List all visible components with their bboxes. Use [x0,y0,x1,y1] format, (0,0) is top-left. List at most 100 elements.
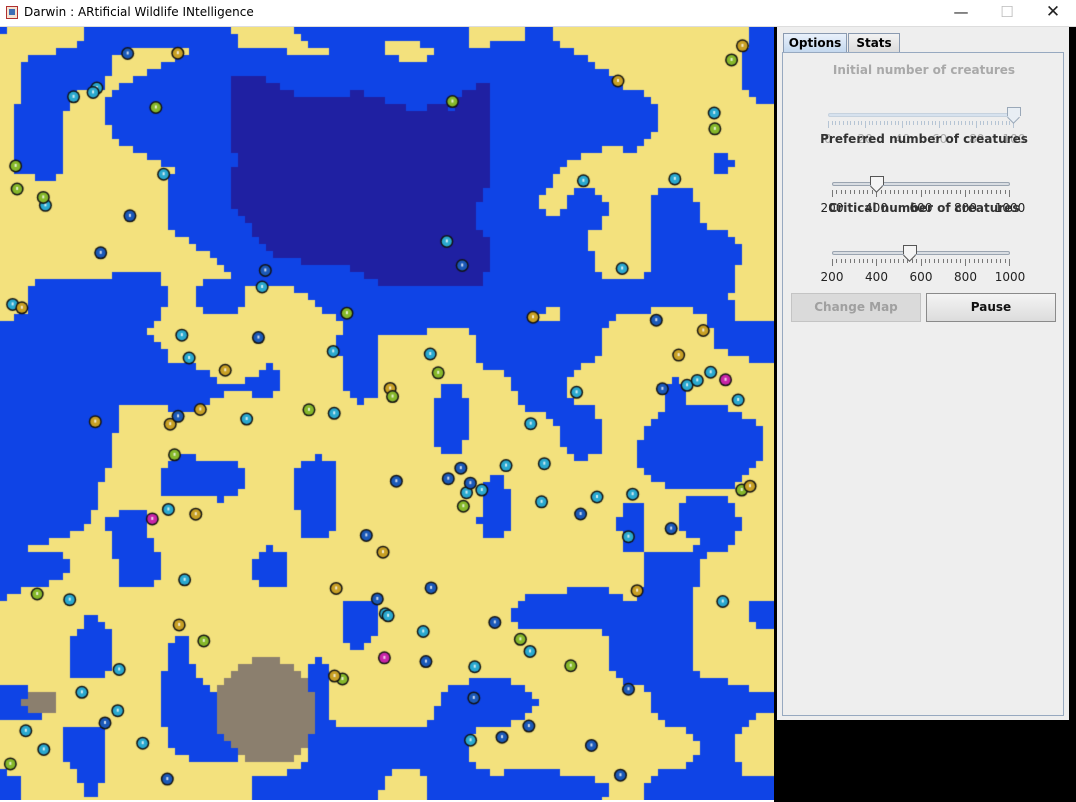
slider-tick [950,121,952,125]
change-map-button[interactable]: Change Map [791,293,921,322]
slider-track[interactable] [832,251,1010,255]
slider-tick [951,259,953,263]
slider-tick [916,121,918,125]
java-cup-icon [6,6,18,19]
slider-tick [1000,190,1002,194]
tab-options[interactable]: Options [783,33,847,52]
slider-tick [845,259,847,263]
slider-tick [947,259,949,263]
slider-tick [939,121,940,128]
slider-tick [893,190,895,194]
slider-track[interactable] [832,182,1010,186]
slider-tick [865,121,866,128]
critical-creatures-label: Critical number of creatures [828,201,1020,215]
window-title: Darwin : ARtificial Wildlife INtelligenc… [24,5,254,19]
slider-tick [909,121,911,125]
slider-tick [828,121,829,128]
slider-tick [991,190,993,194]
slider-tick-label: 800 [954,270,977,284]
slider-tick [1004,259,1006,263]
slider-tick [857,121,859,125]
slider-tick [880,190,882,194]
slider-tick [842,121,844,125]
slider-tick [1009,259,1010,266]
slider-tick [1005,121,1007,125]
slider-tick [983,121,985,125]
tab-stats[interactable]: Stats [848,33,900,52]
slider-tick [836,259,838,263]
slider-tick [890,121,892,125]
slider-tick [960,259,962,263]
slider-tick [858,190,860,194]
slider-tick [961,121,963,125]
slider-tick [916,190,918,194]
slider-tick [924,259,926,263]
maximize-button[interactable]: ☐ [984,0,1030,26]
slider-tick [894,121,896,125]
slider-tick [840,259,842,263]
slider-track[interactable] [828,113,1014,117]
pause-button[interactable]: Pause [926,293,1056,322]
slider-tick [990,121,992,125]
slider-tick [898,190,900,194]
slider-tick [920,121,922,125]
slider-tick [986,259,988,263]
slider-tick [883,121,885,125]
slider-tick [867,259,869,263]
slider-tick [911,190,913,194]
slider-tick [972,121,974,125]
slider-tick [1001,121,1003,125]
slider-tick [853,121,855,125]
slider-tick [933,190,935,194]
slider-tick [832,259,833,266]
slider-tick [982,259,984,263]
slider-tick [876,121,878,125]
slider-tick [862,259,864,263]
slider-tick [849,190,851,194]
slider-tick [907,190,909,194]
slider-tick [957,121,959,125]
slider-tick [840,190,842,194]
critical-creatures-slider[interactable]: 200 400 600 800 1000 [821,243,1025,284]
slider-tick [946,121,948,125]
slider-tick [898,121,900,125]
slider-tick [960,190,962,194]
slider-tick [831,121,833,125]
slider-tick [924,121,926,125]
slider-tick [1009,190,1010,197]
slider-tick [879,121,881,125]
slider-thumb[interactable] [1007,107,1021,121]
slider-tick [916,259,918,263]
slider-tick [832,190,833,197]
slider-tick [849,259,851,263]
slider-tick [898,259,900,263]
slider-tick [880,259,882,263]
slider-tick [858,259,860,263]
slider-tick [887,121,889,125]
minimize-button[interactable]: — [938,0,984,26]
slider-tick [920,259,922,266]
slider-tick [953,121,955,125]
slider-tick [964,121,966,125]
slider-tick-label: 200 [820,270,844,284]
world-map[interactable] [0,27,774,800]
slider-tick [931,121,933,125]
world-map-canvas[interactable] [0,27,774,800]
slider-tick [920,190,922,197]
slider-tick [889,259,891,263]
slider-ticks [828,121,1014,129]
slider-tick [867,190,869,194]
slider-tick [964,190,966,197]
slider-tick [911,259,913,263]
slider-thumb[interactable] [902,245,917,259]
initial-creatures-label: Initial number of creatures [832,63,1016,77]
slider-thumb[interactable] [869,176,884,190]
slider-tick [987,121,989,125]
slider-tick [955,259,957,263]
close-button[interactable]: ✕ [1030,0,1076,26]
preferred-creatures-label: Preferred number of creatures [820,132,1028,146]
slider-tick [998,121,1000,125]
slider-tick [929,259,931,263]
slider-tick [854,190,856,194]
slider-tick-label: 400 [865,270,888,284]
